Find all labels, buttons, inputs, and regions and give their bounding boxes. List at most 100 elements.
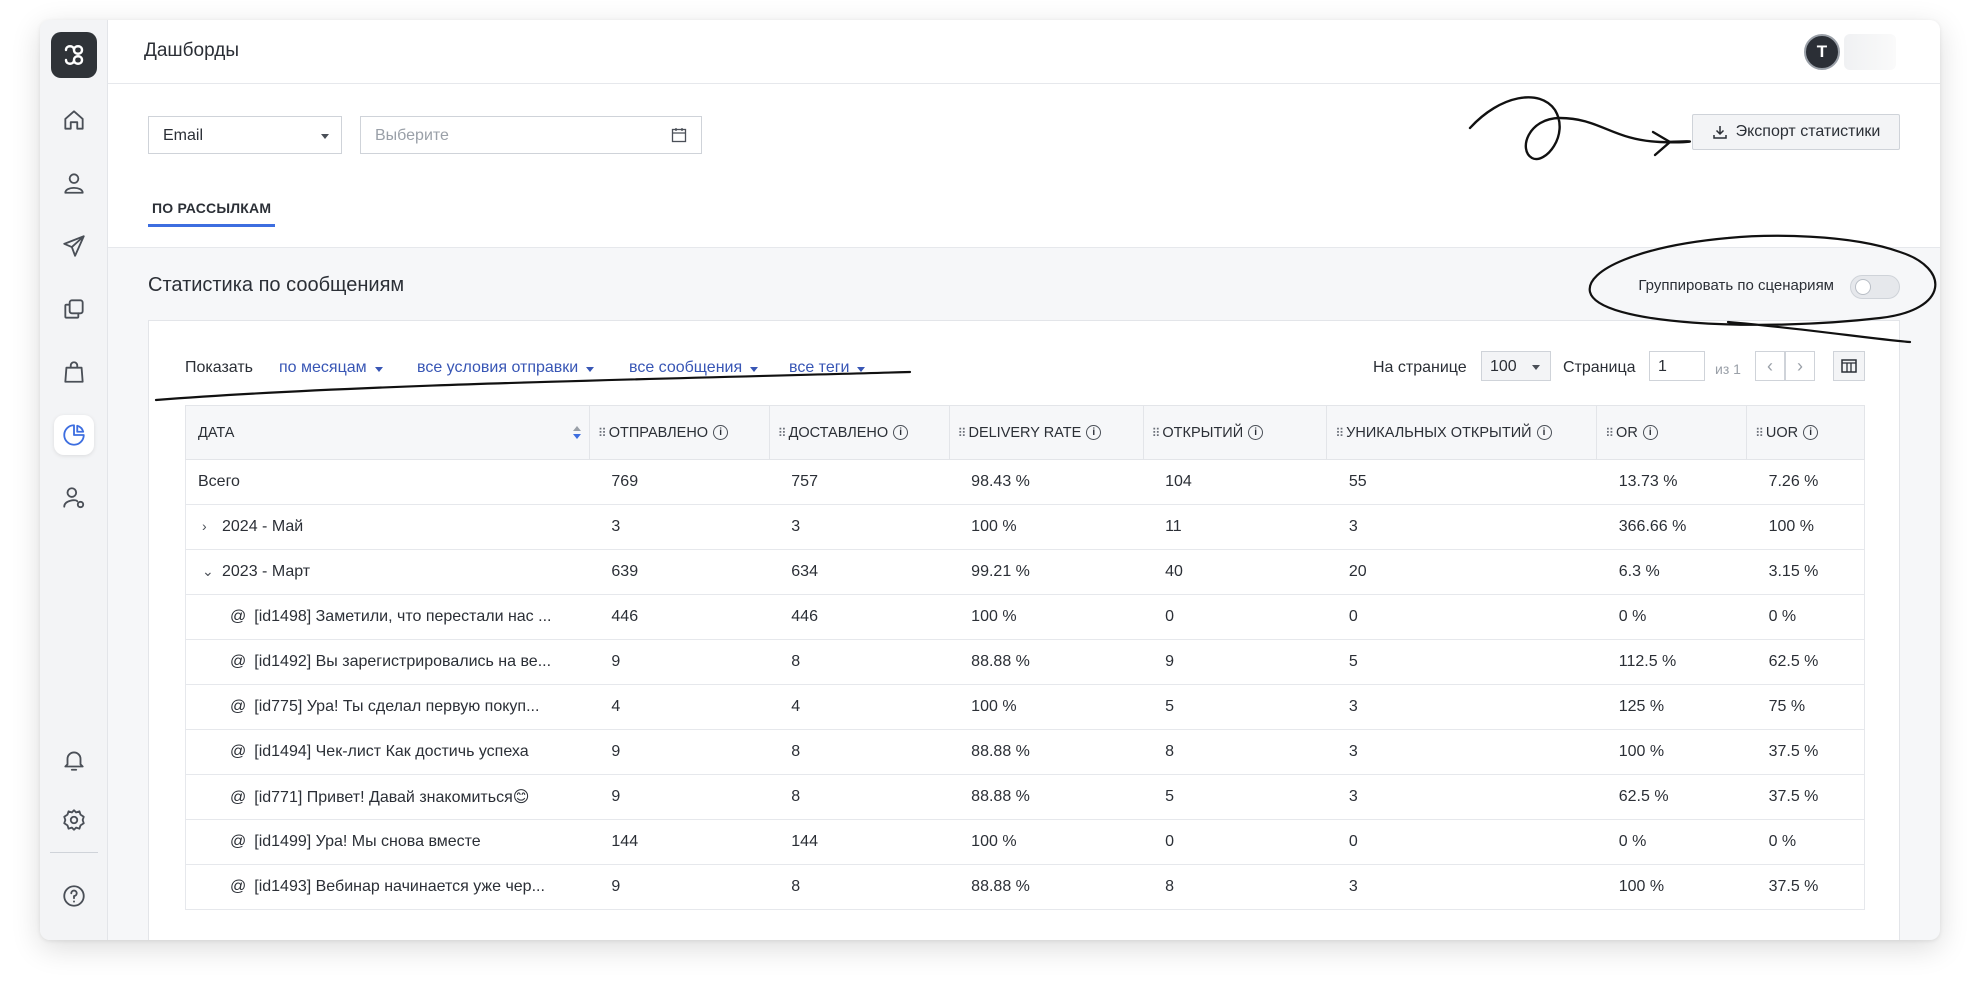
metric-cell: 446 bbox=[769, 594, 950, 640]
sidebar-item-templates[interactable] bbox=[54, 289, 94, 329]
table-row[interactable]: @ [id775] Ура! Ты сделал первую покуп... 4… bbox=[185, 684, 1865, 730]
column-header-opens[interactable]: ⠿ ОТКРЫТИЙ i bbox=[1143, 405, 1328, 460]
sort-icon[interactable] bbox=[572, 426, 581, 440]
column-header-delivery-rate[interactable]: ⠿ DELIVERY RATE i bbox=[949, 405, 1144, 460]
row-label: [id1494] Чек-лист Как достичь успеха bbox=[254, 743, 529, 760]
column-header-delivered[interactable]: ⠿ ДОСТАВЛЕНО i bbox=[769, 405, 950, 460]
metric-cell: 37.5 % bbox=[1746, 774, 1865, 820]
date-cell: @ [id775] Ура! Ты сделал первую покуп... bbox=[185, 684, 590, 730]
period-filter-dropdown[interactable]: по месяцам bbox=[279, 359, 383, 377]
drag-handle-icon[interactable]: ⠿ bbox=[598, 426, 607, 440]
metric-cell: 366.66 % bbox=[1596, 504, 1747, 550]
metric-cell: 88.88 % bbox=[949, 729, 1144, 775]
table-row[interactable]: ⌄ 2023 - Март 639 634 99.21 % 40 20 6.3 % 3.15 % bbox=[185, 549, 1865, 595]
info-icon[interactable]: i bbox=[1536, 425, 1552, 441]
chevron-right-icon[interactable]: › bbox=[202, 518, 214, 534]
app-logo[interactable] bbox=[51, 32, 97, 78]
info-icon[interactable]: i bbox=[1086, 425, 1102, 441]
sidebar-item-contacts[interactable] bbox=[54, 163, 94, 203]
metric-cell: 3 bbox=[1326, 774, 1597, 820]
metric-cell: 634 bbox=[769, 549, 950, 595]
sidebar-item-settings[interactable] bbox=[54, 800, 94, 840]
drag-handle-icon[interactable]: ⠿ bbox=[1335, 426, 1344, 440]
column-header-unique-opens[interactable]: ⠿ УНИКАЛЬНЫХ ОТКРЫТИЙ i bbox=[1326, 405, 1598, 460]
date-cell: @ [id771] Привет! Давай знакомиться😊 bbox=[185, 774, 590, 820]
column-header-sent[interactable]: ⠿ ОТПРАВЛЕНО i bbox=[589, 405, 770, 460]
drag-handle-icon[interactable]: ⠿ bbox=[1152, 426, 1161, 440]
table-row[interactable]: @ [id1494] Чек-лист Как достичь успеха 9 8 8… bbox=[185, 729, 1865, 775]
app-window: Дашборды T Email Выберите Экспорт статис… bbox=[40, 20, 1940, 940]
table-row[interactable]: @ [id1492] Вы зарегистрировались на ве...… bbox=[185, 639, 1865, 685]
bag-icon bbox=[64, 361, 84, 383]
column-header-uor[interactable]: ⠿ UOR i bbox=[1746, 405, 1865, 460]
metric-cell: 100 % bbox=[1596, 729, 1747, 775]
prev-page-button[interactable]: ‹ bbox=[1755, 351, 1785, 381]
sidebar-item-home[interactable] bbox=[54, 100, 94, 140]
send-conditions-filter-label: все условия отправки bbox=[417, 359, 579, 376]
info-icon[interactable]: i bbox=[1642, 425, 1658, 441]
page-number-input[interactable]: 1 bbox=[1649, 351, 1705, 381]
sidebar-item-dashboards[interactable] bbox=[54, 415, 94, 455]
table-row[interactable]: @ [id771] Привет! Давай знакомиться😊 9 8 88.… bbox=[185, 774, 1865, 820]
next-page-button[interactable]: › bbox=[1785, 351, 1815, 381]
channel-select[interactable]: Email bbox=[148, 116, 342, 154]
metric-cell: 3 bbox=[1326, 729, 1597, 775]
metric-cell: 9 bbox=[589, 774, 770, 820]
metric-cell: 125 % bbox=[1596, 684, 1747, 730]
sidebar-item-products[interactable] bbox=[54, 352, 94, 392]
column-header-or[interactable]: ⠿ OR i bbox=[1596, 405, 1748, 460]
date-range-input[interactable]: Выберите bbox=[360, 116, 702, 154]
table-row[interactable]: @ [id1499] Ура! Мы снова вместе 144 144 100 … bbox=[185, 819, 1865, 865]
metric-cell: 100 % bbox=[949, 504, 1144, 550]
column-header-label: ОТКРЫТИЙ bbox=[1162, 424, 1244, 441]
table-row[interactable]: › 2024 - Май 3 3 100 % 11 3 366.66 % 100 % bbox=[185, 504, 1865, 550]
sidebar-item-help[interactable] bbox=[54, 876, 94, 916]
metric-cell: 104 bbox=[1143, 459, 1327, 505]
messages-filter-dropdown[interactable]: все сообщения bbox=[629, 359, 759, 377]
export-stats-button[interactable]: Экспорт статистики bbox=[1692, 114, 1900, 150]
sidebar-item-notifications[interactable] bbox=[54, 740, 94, 780]
metric-cell: 0 % bbox=[1746, 594, 1865, 640]
drag-handle-icon[interactable]: ⠿ bbox=[958, 426, 967, 440]
sidebar-item-campaigns[interactable] bbox=[54, 226, 94, 266]
info-icon[interactable]: i bbox=[1803, 425, 1819, 441]
chevron-right-icon: › bbox=[1797, 355, 1803, 376]
pie-chart-icon bbox=[63, 424, 85, 446]
tab-by-campaigns[interactable]: ПО РАССЫЛКАМ bbox=[148, 200, 276, 227]
sidebar-divider bbox=[50, 852, 98, 853]
row-label: [id1498] Заметили, что перестали нас ... bbox=[254, 608, 552, 625]
metric-cell: 40 bbox=[1143, 549, 1327, 595]
user-name-blurred[interactable] bbox=[1844, 34, 1896, 70]
group-by-scenarios-toggle[interactable] bbox=[1850, 275, 1900, 299]
send-conditions-filter-dropdown[interactable]: все условия отправки bbox=[417, 359, 595, 377]
sidebar-item-team[interactable] bbox=[54, 478, 94, 518]
chevron-left-icon: ‹ bbox=[1767, 355, 1773, 376]
chevron-down-icon bbox=[321, 134, 329, 139]
row-label: [id775] Ура! Ты сделал первую покуп... bbox=[254, 698, 540, 715]
metric-cell: 5 bbox=[1143, 684, 1327, 730]
info-icon[interactable]: i bbox=[1248, 425, 1264, 441]
per-page-value: 100 bbox=[1490, 358, 1517, 375]
show-label: Показать bbox=[185, 359, 254, 376]
copy-icon bbox=[64, 299, 84, 319]
table-row[interactable]: @ [id1498] Заметили, что перестали нас ..… bbox=[185, 594, 1865, 640]
info-icon[interactable]: i bbox=[893, 425, 909, 441]
drag-handle-icon[interactable]: ⠿ bbox=[778, 426, 787, 440]
user-settings-icon bbox=[63, 487, 85, 509]
per-page-select[interactable]: 100 bbox=[1481, 351, 1551, 381]
drag-handle-icon[interactable]: ⠿ bbox=[1755, 426, 1764, 440]
tags-filter-dropdown[interactable]: все теги bbox=[789, 359, 866, 377]
column-header-label: ДАТА bbox=[198, 424, 235, 441]
drag-handle-icon[interactable]: ⠿ bbox=[1605, 426, 1614, 440]
columns-settings-button[interactable] bbox=[1833, 351, 1865, 381]
chevron-down-icon[interactable]: ⌄ bbox=[202, 563, 214, 580]
metric-cell: 446 bbox=[589, 594, 770, 640]
table-row[interactable]: @ [id1493] Вебинар начинается уже чер... 9… bbox=[185, 864, 1865, 910]
metric-cell: 100 % bbox=[1596, 864, 1747, 910]
column-header-date[interactable]: ДАТА bbox=[185, 405, 590, 460]
avatar[interactable]: T bbox=[1804, 34, 1840, 70]
info-icon[interactable]: i bbox=[713, 425, 729, 441]
metric-cell: 100 % bbox=[1746, 504, 1865, 550]
metric-cell: 144 bbox=[589, 819, 770, 865]
metric-cell: 8 bbox=[1143, 864, 1327, 910]
